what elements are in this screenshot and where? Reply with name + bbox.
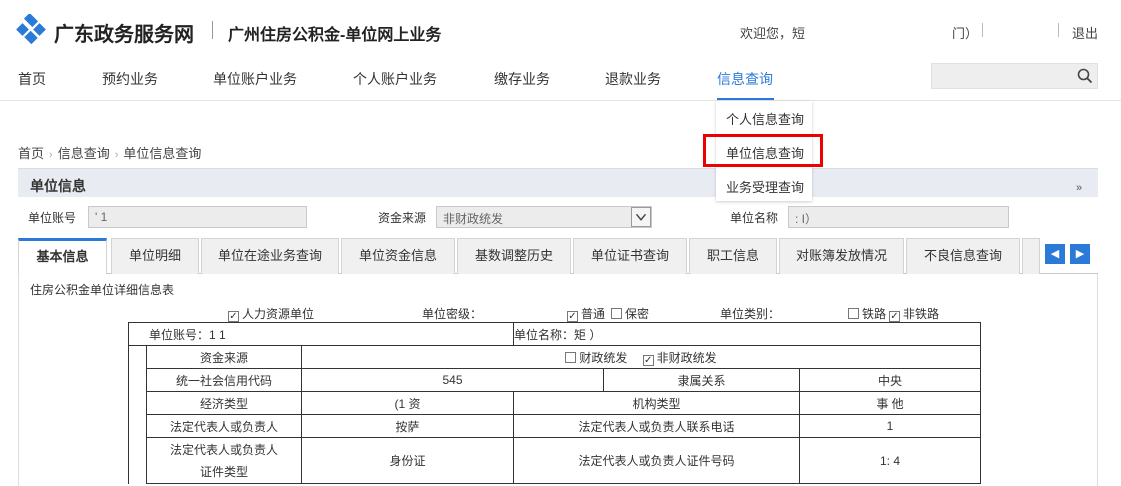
id-no-label: 法定代表人或负责人证件号码	[513, 437, 801, 484]
dropdown-item-personal-info[interactable]: 个人信息查询	[726, 109, 804, 128]
gd-logo-icon	[16, 14, 46, 44]
row-indent-cell	[128, 345, 147, 484]
fund-source-options: 财政统发 ✓ 非财政统发	[300, 345, 982, 369]
row-unit-account: 单位账号：1 1	[127, 322, 515, 346]
fund-source-label-cell: 资金来源	[146, 345, 302, 369]
legal-phone-label: 法定代表人或负责人联系电话	[513, 414, 801, 438]
econ-type-label: 经济类型	[146, 391, 302, 415]
search-input[interactable]	[931, 63, 1098, 89]
row-unit-name: 单位名称：矩 ）	[513, 322, 982, 346]
tab-bad-record[interactable]: 不良信息查询	[906, 238, 1020, 274]
affiliation-value: 中央	[799, 368, 982, 392]
detail-table: 单位账号：1 1 单位名称：矩 ） 资金来源 财政统发 ✓ 非财政统发 统一社会信…	[127, 322, 982, 484]
checkbox-empty-icon	[611, 308, 622, 319]
legal-rep-value: 按萨	[300, 414, 515, 438]
checkbox-checked-icon: ✓	[567, 311, 578, 322]
nav-unit-account[interactable]: 单位账户业务	[213, 69, 297, 89]
credit-code-label: 统一社会信用代码	[146, 368, 302, 392]
affiliation-label: 隶属关系	[603, 368, 801, 392]
checkbox-empty-icon	[848, 308, 859, 319]
panel-title: 单位信息	[30, 178, 86, 194]
search-icon[interactable]	[1077, 68, 1093, 84]
welcome-text: 欢迎您，短	[740, 26, 806, 41]
checkbox-checked-icon: ✓	[889, 311, 900, 322]
id-no-value: 1: 4	[799, 437, 982, 484]
table-row: 经济类型 (1 资 机构类型 事 他	[129, 391, 982, 415]
brand-title: 广东政务服务网	[54, 24, 194, 46]
org-type-value: 事 他	[799, 391, 982, 415]
unit-account-field: ' 1	[88, 206, 307, 228]
table-row: 法定代表人或负责人 证件类型 身份证 法定代表人或负责人证件号码 1: 4	[129, 437, 982, 484]
chevron-down-icon[interactable]	[631, 207, 651, 227]
dropdown-item-business-query[interactable]: 业务受理查询	[726, 177, 804, 196]
tab-in-progress[interactable]: 单位在途业务查询	[201, 238, 339, 274]
table-row: 单位账号：1 1 单位名称：矩 ）	[127, 322, 982, 346]
breadcrumb-current: 单位信息查询	[123, 146, 202, 161]
nav-refund[interactable]: 退款业务	[605, 69, 661, 89]
welcome-text-tail: 门）	[952, 26, 979, 41]
unit-name-label: 单位名称	[730, 211, 779, 225]
category-railway-checkbox[interactable]: 铁路	[848, 305, 886, 322]
legal-rep-label: 法定代表人或负责人	[146, 414, 302, 438]
org-type-label: 机构类型	[513, 391, 801, 415]
checkbox-checked-icon: ✓	[228, 311, 239, 322]
breadcrumb-home[interactable]: 首页	[18, 146, 44, 161]
table-row: 统一社会信用代码 545 隶属关系 中央	[129, 368, 982, 392]
breadcrumb-separator-icon: ›	[49, 149, 53, 161]
credit-code-value: 545	[300, 368, 605, 392]
unit-name-field: : I）	[788, 206, 1009, 228]
id-type-label: 法定代表人或负责人 证件类型	[146, 437, 302, 484]
tab-next-button[interactable]: ▶	[1070, 244, 1090, 264]
app-title: 广州住房公积金-单位网上业务	[228, 27, 442, 44]
category-label: 单位类别：	[720, 307, 781, 321]
nav-appointment[interactable]: 预约业务	[102, 69, 158, 89]
secret-level-label: 单位密级：	[422, 307, 483, 321]
secret-normal-checkbox[interactable]: ✓ 普通	[567, 305, 605, 322]
breadcrumb-separator-icon: ›	[114, 149, 119, 161]
breadcrumb: 首页 › 信息查询 › 单位信息查询	[18, 143, 201, 162]
fund-source-label: 资金来源	[378, 211, 427, 225]
nav-personal-account[interactable]: 个人账户业务	[353, 69, 437, 89]
fiscal-checkbox[interactable]: 财政统发	[565, 351, 627, 365]
unit-account-label: 单位账号	[28, 211, 77, 225]
checkbox-empty-icon	[565, 351, 577, 363]
tab-prev-button[interactable]: ◀	[1045, 244, 1065, 264]
nav-divider	[0, 100, 1121, 101]
nav-info-query[interactable]: 信息查询	[717, 69, 773, 89]
nav-home[interactable]: 首页	[18, 69, 46, 89]
header-divider	[982, 23, 983, 37]
nonfiscal-checkbox[interactable]: ✓ 非财政统发	[642, 351, 717, 366]
breadcrumb-info-query[interactable]: 信息查询	[58, 146, 110, 161]
table-row: 资金来源 财政统发 ✓ 非财政统发	[128, 345, 982, 484]
tab-unit-detail[interactable]: 单位明细	[111, 238, 199, 274]
secret-confidential-checkbox[interactable]: 保密	[611, 305, 649, 322]
collapse-icon[interactable]: »	[1076, 182, 1082, 194]
tab-certificate[interactable]: 单位证书查询	[573, 238, 687, 274]
fund-source-select[interactable]: 非财政统发	[436, 206, 652, 228]
brand-divider	[212, 21, 213, 39]
section-title: 住房公积金单位详细信息表	[30, 283, 175, 297]
checkbox-checked-icon: ✓	[642, 354, 654, 366]
tab-base-history[interactable]: 基数调整历史	[457, 238, 571, 274]
tab-basic-info[interactable]: 基本信息	[18, 238, 107, 274]
highlight-box	[703, 134, 823, 167]
panel-header: 单位信息	[18, 168, 1098, 197]
logout-link[interactable]: 退出	[1072, 23, 1098, 42]
table-row: 法定代表人或负责人 按萨 法定代表人或负责人联系电话 1	[129, 414, 982, 438]
id-type-value: 身份证	[300, 437, 515, 484]
tab-fund-info[interactable]: 单位资金信息	[341, 238, 455, 274]
hr-unit-checkbox[interactable]: ✓ 人力资源单位	[228, 305, 314, 322]
tab-employee-info[interactable]: 职工信息	[689, 238, 777, 274]
top-bar: 广东政务服务网 广州住房公积金-单位网上业务 欢迎您，短 门） 退出	[0, 0, 1121, 60]
nav-deposit[interactable]: 缴存业务	[494, 69, 550, 89]
header-divider	[1058, 23, 1059, 37]
tab-overflow	[1022, 238, 1040, 274]
tab-bar: 基本信息 单位明细 单位在途业务查询 单位资金信息 基数调整历史 单位证书查询 …	[18, 238, 1098, 274]
category-nonrailway-checkbox[interactable]: ✓ 非铁路	[889, 305, 939, 322]
tab-statement[interactable]: 对账簿发放情况	[779, 238, 904, 274]
econ-type-value: (1 资	[300, 391, 515, 415]
legal-phone-value: 1	[799, 414, 982, 438]
